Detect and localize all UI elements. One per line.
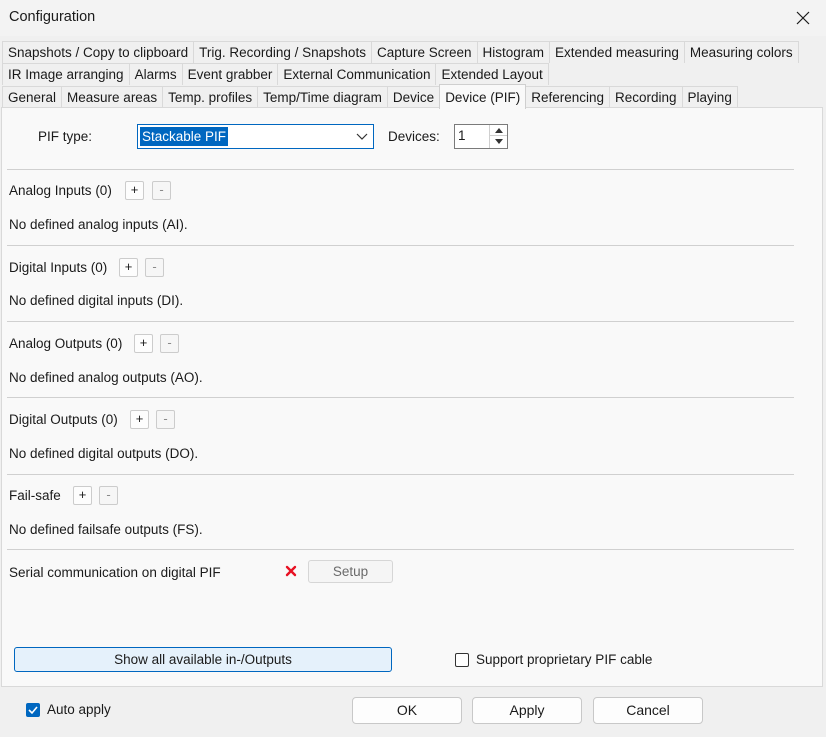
pif-type-label: PIF type: bbox=[38, 129, 93, 144]
spinner-down-button[interactable] bbox=[490, 136, 507, 147]
close-button[interactable] bbox=[780, 0, 826, 36]
tab-row-1: Snapshots / Copy to clipboard Trig. Reco… bbox=[2, 41, 799, 63]
tab-row-3: General Measure areas Temp. profiles Tem… bbox=[2, 84, 738, 109]
analog-outputs-empty-text: No defined analog outputs (AO). bbox=[9, 370, 203, 385]
add-digital-output-button[interactable]: + bbox=[130, 410, 149, 429]
close-icon bbox=[796, 11, 810, 25]
remove-digital-output-button[interactable]: - bbox=[156, 410, 175, 429]
tab-measure-areas[interactable]: Measure areas bbox=[61, 86, 164, 108]
digital-outputs-empty-text: No defined digital outputs (DO). bbox=[9, 446, 199, 461]
tab-measuring-colors[interactable]: Measuring colors bbox=[683, 41, 799, 63]
divider bbox=[7, 549, 794, 550]
tab-playing[interactable]: Playing bbox=[681, 86, 738, 108]
triangle-down-icon bbox=[494, 139, 503, 144]
tab-extended-layout[interactable]: Extended Layout bbox=[435, 63, 549, 85]
checkmark-icon bbox=[28, 706, 38, 715]
spinner-up-button[interactable] bbox=[490, 125, 507, 136]
tab-histogram[interactable]: Histogram bbox=[476, 41, 551, 63]
tab-snapshots-copy[interactable]: Snapshots / Copy to clipboard bbox=[2, 41, 195, 63]
tab-general[interactable]: General bbox=[2, 86, 63, 108]
remove-failsafe-button[interactable]: - bbox=[99, 486, 118, 505]
analog-inputs-title: Analog Inputs (0) bbox=[9, 183, 112, 198]
tab-external-communication[interactable]: External Communication bbox=[277, 63, 437, 85]
digital-inputs-empty-text: No defined digital inputs (DI). bbox=[9, 293, 184, 308]
serial-communication-label: Serial communication on digital PIF bbox=[9, 565, 221, 580]
remove-analog-output-button[interactable]: - bbox=[160, 334, 179, 353]
triangle-up-icon bbox=[494, 127, 503, 133]
pif-type-value: Stackable PIF bbox=[140, 127, 229, 146]
chevron-down-icon bbox=[356, 133, 368, 140]
divider bbox=[7, 169, 794, 170]
tab-extended-measuring[interactable]: Extended measuring bbox=[549, 41, 685, 63]
apply-button[interactable]: Apply bbox=[472, 697, 582, 724]
ok-button[interactable]: OK bbox=[352, 697, 462, 724]
divider bbox=[7, 321, 794, 322]
pif-type-dropdown[interactable]: Stackable PIF bbox=[137, 124, 374, 149]
tab-temp-profiles[interactable]: Temp. profiles bbox=[162, 86, 259, 108]
tab-ir-image-arranging[interactable]: IR Image arranging bbox=[2, 63, 130, 85]
devices-label: Devices: bbox=[388, 129, 440, 144]
tab-event-grabber[interactable]: Event grabber bbox=[181, 63, 279, 85]
auto-apply-checkbox[interactable] bbox=[26, 703, 40, 717]
tab-referencing[interactable]: Referencing bbox=[525, 86, 610, 108]
digital-outputs-title: Digital Outputs (0) bbox=[9, 412, 118, 427]
setup-button[interactable]: Setup bbox=[308, 560, 393, 583]
add-failsafe-button[interactable]: + bbox=[73, 486, 92, 505]
failsafe-empty-text: No defined failsafe outputs (FS). bbox=[9, 522, 203, 537]
remove-digital-input-button[interactable]: - bbox=[145, 258, 164, 277]
add-analog-output-button[interactable]: + bbox=[134, 334, 153, 353]
tab-recording[interactable]: Recording bbox=[609, 86, 683, 108]
tab-trig-recording[interactable]: Trig. Recording / Snapshots bbox=[193, 41, 372, 63]
tab-alarms[interactable]: Alarms bbox=[128, 63, 183, 85]
auto-apply-label[interactable]: Auto apply bbox=[47, 702, 111, 717]
spinner-buttons bbox=[489, 125, 507, 148]
show-all-io-button[interactable]: Show all available in-/Outputs bbox=[14, 647, 392, 672]
tab-row-2: IR Image arranging Alarms Event grabber … bbox=[2, 63, 549, 85]
tab-device-pif[interactable]: Device (PIF) bbox=[439, 84, 527, 109]
proprietary-cable-label[interactable]: Support proprietary PIF cable bbox=[476, 652, 652, 667]
devices-spinner[interactable]: 1 bbox=[454, 124, 508, 149]
failsafe-title: Fail-safe bbox=[9, 488, 61, 503]
analog-outputs-title: Analog Outputs (0) bbox=[9, 336, 123, 351]
digital-inputs-title: Digital Inputs (0) bbox=[9, 260, 108, 275]
divider bbox=[7, 245, 794, 246]
proprietary-cable-checkbox[interactable] bbox=[455, 653, 469, 667]
tab-device[interactable]: Device bbox=[386, 86, 441, 108]
devices-value: 1 bbox=[458, 128, 466, 143]
tab-capture-screen[interactable]: Capture Screen bbox=[370, 41, 478, 63]
error-x-icon bbox=[285, 565, 297, 577]
remove-analog-input-button[interactable]: - bbox=[152, 181, 171, 200]
divider bbox=[7, 474, 794, 475]
title-bar: Configuration bbox=[0, 0, 826, 36]
add-analog-input-button[interactable]: + bbox=[125, 181, 144, 200]
window-title: Configuration bbox=[9, 9, 96, 25]
analog-inputs-empty-text: No defined analog inputs (AI). bbox=[9, 217, 188, 232]
tab-temp-time-diagram[interactable]: Temp/Time diagram bbox=[257, 86, 388, 108]
divider bbox=[7, 397, 794, 398]
add-digital-input-button[interactable]: + bbox=[119, 258, 138, 277]
cancel-button[interactable]: Cancel bbox=[593, 697, 703, 724]
